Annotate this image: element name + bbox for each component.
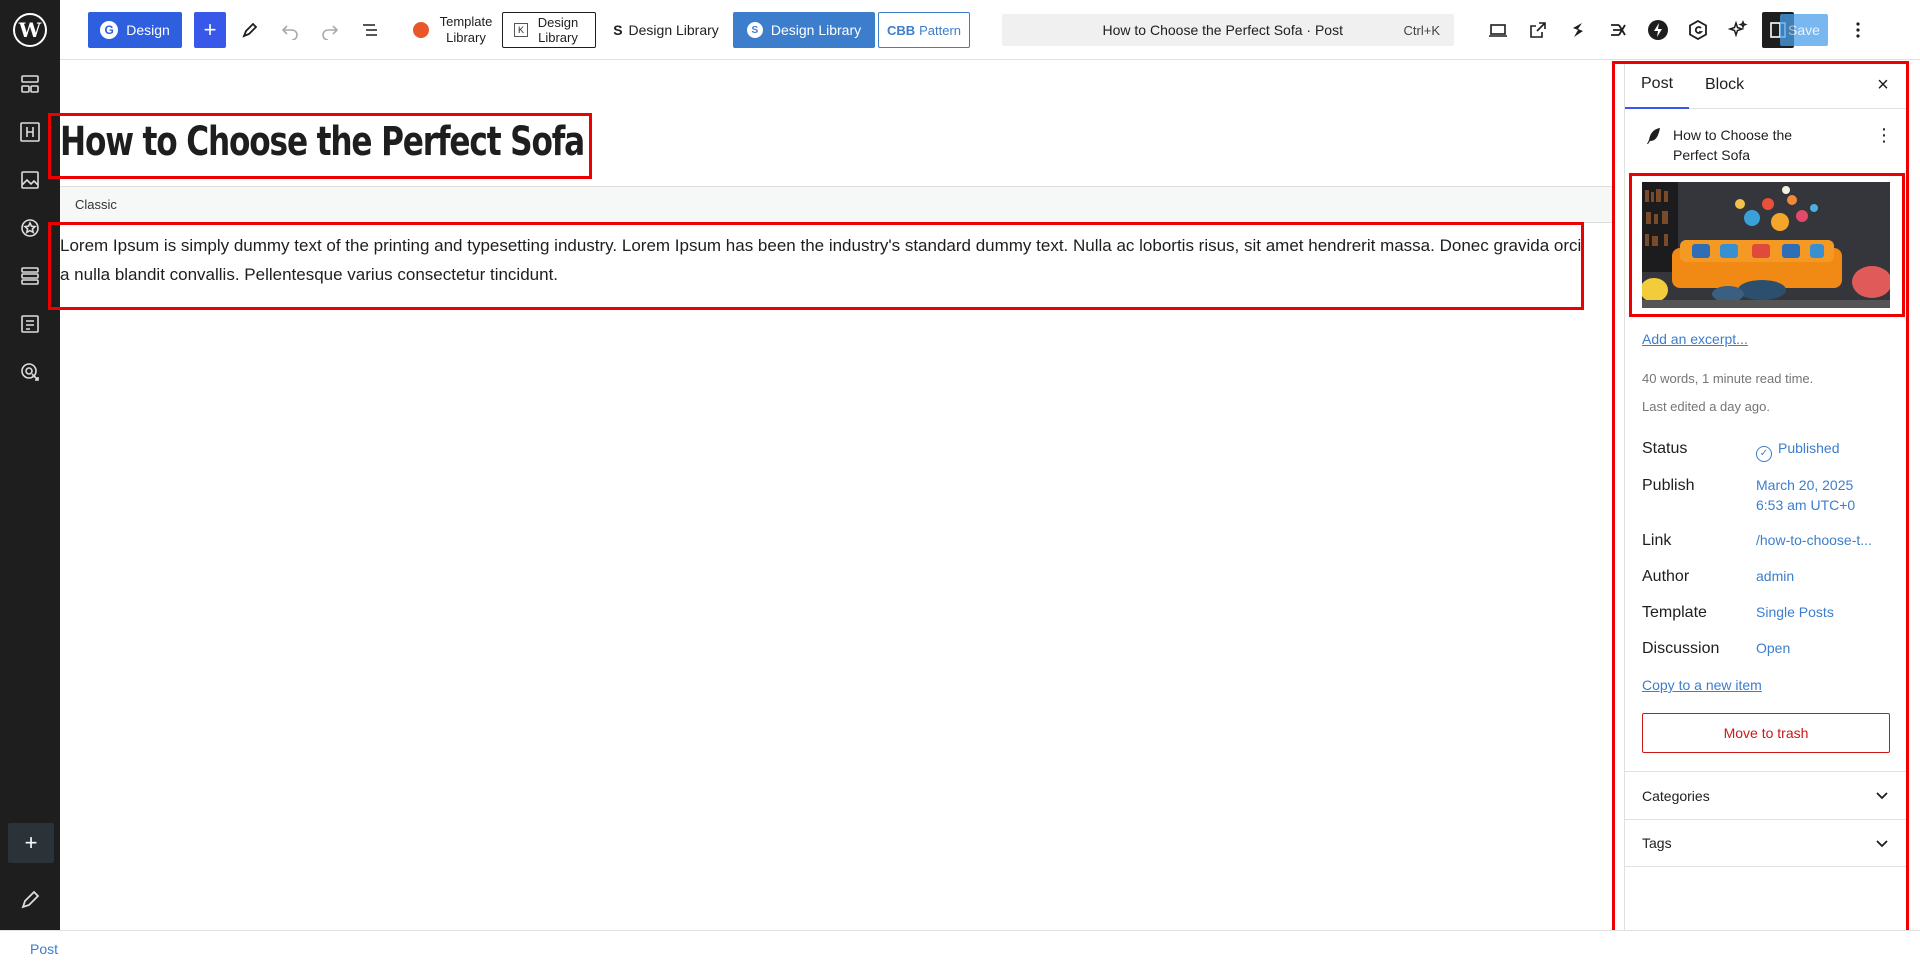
design-library-button-3[interactable]: S Design Library — [733, 12, 875, 48]
tab-block[interactable]: Block — [1689, 61, 1760, 109]
tags-panel[interactable]: Tags — [1625, 819, 1909, 867]
featured-image[interactable] — [1642, 182, 1890, 308]
link-label: Link — [1642, 532, 1672, 549]
publish-label: Publish — [1642, 477, 1695, 494]
copy-to-new-item-link[interactable]: Copy to a new item — [1642, 677, 1762, 693]
status-label: Status — [1642, 440, 1688, 457]
status-value-text: Published — [1778, 440, 1840, 456]
add-block-icon[interactable]: + — [8, 823, 54, 863]
classic-block-toolbar[interactable]: Classic — [60, 186, 1612, 223]
patterns-icon[interactable] — [14, 68, 46, 100]
post-summary-title: How to Choose the Perfect Sofa — [1673, 127, 1793, 163]
post-actions-more-icon[interactable]: ⋮ — [1875, 125, 1893, 146]
post-summary: How to Choose the Perfect Sofa ⋮ — [1625, 123, 1909, 179]
categories-panel[interactable]: Categories — [1625, 771, 1909, 819]
discussion-label: Discussion — [1642, 640, 1720, 657]
post-title[interactable]: How to Choose the Perfect Sofa — [60, 119, 585, 165]
move-to-trash-button[interactable]: Move to trash — [1642, 713, 1890, 753]
editor-footer: Post — [0, 930, 1920, 966]
chevron-down-icon — [1876, 840, 1888, 848]
settings-sidebar: Post Block × How to Choose the Perfect S… — [1624, 61, 1909, 930]
wordpress-logo-icon[interactable]: W — [12, 12, 48, 48]
form-icon[interactable] — [14, 308, 46, 340]
block-inserter-button[interactable]: + — [194, 12, 226, 48]
breadcrumb-post[interactable]: Post — [30, 941, 58, 957]
ai-sparkle-icon[interactable] — [1722, 12, 1754, 48]
sofa-room-image — [1642, 182, 1890, 308]
template-library-logo-icon — [413, 22, 429, 38]
svg-text:W: W — [18, 18, 42, 42]
pattern-label: Pattern — [919, 22, 962, 38]
bolt-circle-icon[interactable] — [1642, 12, 1674, 48]
star-badge-icon[interactable] — [14, 212, 46, 244]
chevron-down-icon — [1876, 792, 1888, 800]
add-excerpt-link[interactable]: Add an excerpt... — [1642, 331, 1748, 347]
tab-post[interactable]: Post — [1625, 61, 1690, 109]
discussion-value[interactable]: Open — [1756, 638, 1790, 658]
last-edited: Last edited a day ago. — [1642, 399, 1770, 414]
options-more-icon[interactable] — [1842, 12, 1874, 48]
classic-block-label: Classic — [75, 197, 117, 212]
undo-icon[interactable] — [274, 12, 306, 48]
command-shortcut: Ctrl+K — [1403, 22, 1440, 38]
command-palette[interactable]: How to Choose the Perfect Sofa · Post Ct… — [1002, 14, 1454, 46]
stackable-icon: S — [613, 22, 623, 38]
view-post-external-icon[interactable] — [1522, 12, 1554, 48]
image-block-icon[interactable] — [14, 164, 46, 196]
published-check-icon: ✓ — [1756, 446, 1772, 462]
cbb-logo-icon: CBB — [886, 22, 916, 38]
spectra-icon: S — [746, 22, 763, 38]
author-label: Author — [1642, 568, 1690, 585]
tools-pencil-icon[interactable] — [234, 12, 266, 48]
template-label: Template — [1642, 604, 1707, 621]
tags-label: Tags — [1642, 835, 1672, 851]
word-count: 40 words, 1 minute read time. — [1642, 371, 1814, 386]
author-value[interactable]: admin — [1756, 566, 1794, 586]
preview-device-icon[interactable] — [1482, 12, 1514, 48]
design-library-button-2[interactable]: S Design Library — [608, 12, 724, 48]
categories-label: Categories — [1642, 787, 1710, 804]
close-icon[interactable]: × — [1871, 73, 1895, 97]
template-library-button[interactable]: Template Library — [400, 12, 510, 48]
design-logo-icon: G — [100, 21, 119, 39]
publish-date: March 20, 2025 — [1756, 477, 1854, 493]
editor-canvas: How to Choose the Perfect Sofa Classic L… — [48, 61, 1612, 930]
sidebar-tabs: Post Block × — [1625, 61, 1909, 109]
design-library-label-1: Design Library — [537, 15, 579, 45]
command-title: How to Choose the Perfect Sofa · Post — [1102, 22, 1343, 38]
stackable-settings-icon[interactable] — [1562, 12, 1594, 48]
pattern-button[interactable]: CBB Pattern — [878, 12, 970, 48]
template-library-label: Template Library — [439, 14, 493, 45]
post-feather-icon — [1647, 128, 1660, 144]
speed-optimizer-icon[interactable] — [1602, 12, 1634, 48]
layout-rows-icon[interactable] — [14, 260, 46, 292]
pencil-icon[interactable] — [18, 888, 42, 912]
document-overview-icon[interactable] — [354, 12, 386, 48]
editor-toolbar: G Design + Template Library K Design Lib… — [60, 0, 1920, 60]
redo-icon[interactable] — [314, 12, 346, 48]
design-library-label-2: Design Library — [628, 22, 719, 38]
publish-value[interactable]: March 20, 2025 6:53 am UTC+0 — [1756, 475, 1855, 515]
design-library-label-3: Design Library — [770, 22, 862, 38]
design-button[interactable]: G Design — [88, 12, 182, 48]
pointer-target-icon[interactable] — [14, 356, 46, 388]
publish-time: 6:53 am UTC+0 — [1756, 497, 1856, 513]
link-value[interactable]: /how-to-choose-t... — [1756, 530, 1872, 550]
design-library-button-1[interactable]: K Design Library — [502, 12, 596, 48]
template-value[interactable]: Single Posts — [1756, 602, 1834, 622]
heading-block-icon[interactable] — [14, 116, 46, 148]
status-value[interactable]: ✓ Published — [1756, 438, 1840, 462]
gutenverse-icon[interactable] — [1682, 12, 1714, 48]
kadence-icon: K — [514, 23, 528, 37]
save-button[interactable]: Save — [1780, 14, 1828, 46]
post-body-paragraph[interactable]: Lorem Ipsum is simply dummy text of the … — [60, 231, 1590, 289]
design-label: Design — [126, 22, 170, 38]
